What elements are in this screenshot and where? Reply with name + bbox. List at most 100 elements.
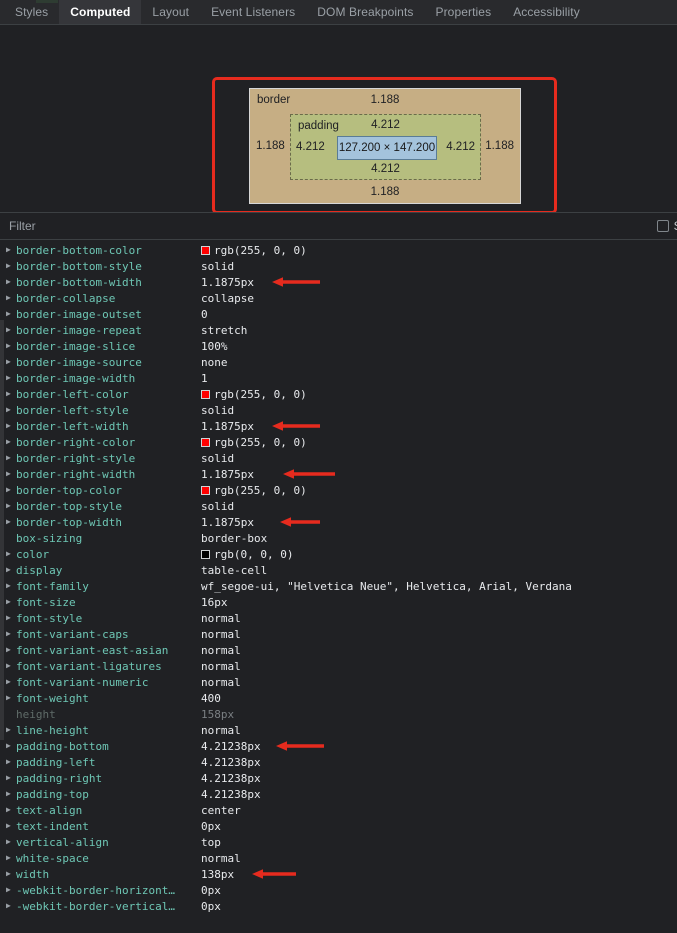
property-row[interactable]: ▶ font-style normal	[0, 610, 677, 626]
chevron-right-icon[interactable]: ▶	[6, 850, 16, 866]
property-row[interactable]: ▶ padding-top 4.21238px	[0, 786, 677, 802]
chevron-right-icon[interactable]: ▶	[6, 818, 16, 834]
show-all-toggle[interactable]: Sho	[656, 219, 677, 233]
chevron-right-icon[interactable]: ▶	[6, 754, 16, 770]
tab-styles[interactable]: Styles	[4, 0, 59, 24]
chevron-right-icon[interactable]: ▶	[6, 898, 16, 914]
property-row[interactable]: ▶ font-variant-east-asian normal	[0, 642, 677, 658]
box-model-border-box[interactable]: border 1.188 1.188 1.188 1.188 padding 4…	[249, 88, 521, 204]
filter-input[interactable]	[0, 213, 657, 239]
chevron-right-icon[interactable]: ▶	[6, 354, 16, 370]
property-row[interactable]: ▶ color rgb(0, 0, 0)	[0, 546, 677, 562]
padding-left-value[interactable]: 4.212	[296, 141, 325, 153]
property-value[interactable]: solid	[201, 260, 234, 273]
property-row[interactable]: ▶ border-right-color rgb(255, 0, 0)	[0, 434, 677, 450]
property-row[interactable]: ▶ border-left-style solid	[0, 402, 677, 418]
property-row[interactable]: ▶ border-bottom-color rgb(255, 0, 0)	[0, 242, 677, 258]
property-value[interactable]: rgb(255, 0, 0)	[201, 388, 307, 401]
property-row[interactable]: ▶ font-weight 400	[0, 690, 677, 706]
chevron-right-icon[interactable]: ▶	[6, 242, 16, 258]
property-row[interactable]: ▶ border-collapse collapse	[0, 290, 677, 306]
chevron-right-icon[interactable]: ▶	[6, 690, 16, 706]
tab-dom-breakpoints[interactable]: DOM Breakpoints	[306, 0, 424, 24]
property-value[interactable]: rgb(255, 0, 0)	[201, 484, 307, 497]
chevron-right-icon[interactable]: ▶	[6, 610, 16, 626]
border-left-value[interactable]: 1.188	[256, 140, 285, 152]
color-swatch-icon[interactable]	[201, 389, 210, 399]
property-value[interactable]: table-cell	[201, 564, 267, 577]
property-value[interactable]: 4.21238px	[201, 788, 261, 801]
property-value[interactable]: 400	[201, 692, 221, 705]
padding-right-value[interactable]: 4.212	[446, 141, 475, 153]
property-row[interactable]: ▶ border-right-width 1.1875px	[0, 466, 677, 482]
chevron-right-icon[interactable]: ▶	[6, 658, 16, 674]
property-value[interactable]: 0px	[201, 820, 221, 833]
color-swatch-icon[interactable]	[201, 485, 210, 495]
property-row[interactable]: ▶ border-image-slice 100%	[0, 338, 677, 354]
chevron-right-icon[interactable]: ▶	[6, 434, 16, 450]
show-all-checkbox[interactable]	[656, 220, 669, 232]
property-value[interactable]: solid	[201, 500, 234, 513]
property-value[interactable]: normal	[201, 660, 241, 673]
tab-event-listeners[interactable]: Event Listeners	[200, 0, 306, 24]
property-value[interactable]: none	[201, 356, 228, 369]
property-row[interactable]: ▶ font-family wf_segoe-ui, "Helvetica Neue…	[0, 578, 677, 594]
property-row[interactable]: ▶ border-image-outset 0	[0, 306, 677, 322]
chevron-right-icon[interactable]: ▶	[6, 482, 16, 498]
chevron-right-icon[interactable]: ▶	[6, 402, 16, 418]
color-swatch-icon[interactable]	[201, 437, 210, 447]
property-row[interactable]: ▶ border-bottom-width 1.1875px	[0, 274, 677, 290]
property-row[interactable]: ▶ -webkit-border-vertical… 0px	[0, 898, 677, 914]
property-value[interactable]: rgb(255, 0, 0)	[201, 244, 307, 257]
chevron-right-icon[interactable]: ▶	[6, 562, 16, 578]
property-row[interactable]: ▶ width 138px	[0, 866, 677, 882]
chevron-right-icon[interactable]: ▶	[6, 722, 16, 738]
padding-bottom-value[interactable]: 4.212	[291, 163, 480, 175]
chevron-right-icon[interactable]: ▶	[6, 258, 16, 274]
chevron-right-icon[interactable]: ▶	[6, 738, 16, 754]
property-row[interactable]: ▶ white-space normal	[0, 850, 677, 866]
property-value[interactable]: rgb(0, 0, 0)	[201, 548, 293, 561]
chevron-right-icon[interactable]: ▶	[6, 578, 16, 594]
padding-top-value[interactable]: 4.212	[291, 119, 480, 131]
border-right-value[interactable]: 1.188	[485, 140, 514, 152]
property-value[interactable]: collapse	[201, 292, 254, 305]
property-row[interactable]: ▶ vertical-align top	[0, 834, 677, 850]
property-row[interactable]: ▶ border-top-width 1.1875px	[0, 514, 677, 530]
property-row[interactable]: ▶ padding-left 4.21238px	[0, 754, 677, 770]
chevron-right-icon[interactable]: ▶	[6, 514, 16, 530]
property-row[interactable]: ▶ border-bottom-style solid	[0, 258, 677, 274]
property-value[interactable]: normal	[201, 612, 241, 625]
property-row[interactable]: ▶ border-image-source none	[0, 354, 677, 370]
property-row[interactable]: ▶ -webkit-border-horizont… 0px	[0, 882, 677, 898]
property-value[interactable]: solid	[201, 452, 234, 465]
property-value[interactable]: 0	[201, 308, 208, 321]
chevron-right-icon[interactable]: ▶	[6, 306, 16, 322]
border-bottom-value[interactable]: 1.188	[250, 186, 520, 198]
property-value[interactable]: 4.21238px	[201, 756, 261, 769]
chevron-right-icon[interactable]: ▶	[6, 498, 16, 514]
property-value[interactable]: 1.1875px	[201, 468, 254, 481]
property-value[interactable]: center	[201, 804, 241, 817]
property-row[interactable]: ▶ font-variant-ligatures normal	[0, 658, 677, 674]
chevron-right-icon[interactable]: ▶	[6, 770, 16, 786]
property-row[interactable]: ▶ padding-bottom 4.21238px	[0, 738, 677, 754]
tab-layout[interactable]: Layout	[141, 0, 200, 24]
chevron-right-icon[interactable]: ▶	[6, 594, 16, 610]
property-row[interactable]: ▶ border-top-style solid	[0, 498, 677, 514]
chevron-right-icon[interactable]: ▶	[6, 834, 16, 850]
property-value[interactable]: normal	[201, 852, 241, 865]
property-row[interactable]: ▶ padding-right 4.21238px	[0, 770, 677, 786]
chevron-right-icon[interactable]: ▶	[6, 626, 16, 642]
chevron-right-icon[interactable]: ▶	[6, 274, 16, 290]
property-value[interactable]: normal	[201, 628, 241, 641]
property-value[interactable]: normal	[201, 676, 241, 689]
property-value[interactable]: 4.21238px	[201, 772, 261, 785]
property-value[interactable]: 100%	[201, 340, 228, 353]
chevron-right-icon[interactable]: ▶	[6, 642, 16, 658]
property-row[interactable]: ▶ line-height normal	[0, 722, 677, 738]
property-row[interactable]: ▶ border-top-color rgb(255, 0, 0)	[0, 482, 677, 498]
chevron-right-icon[interactable]: ▶	[6, 866, 16, 882]
property-value[interactable]: 1	[201, 372, 208, 385]
tab-computed[interactable]: Computed	[59, 0, 142, 24]
